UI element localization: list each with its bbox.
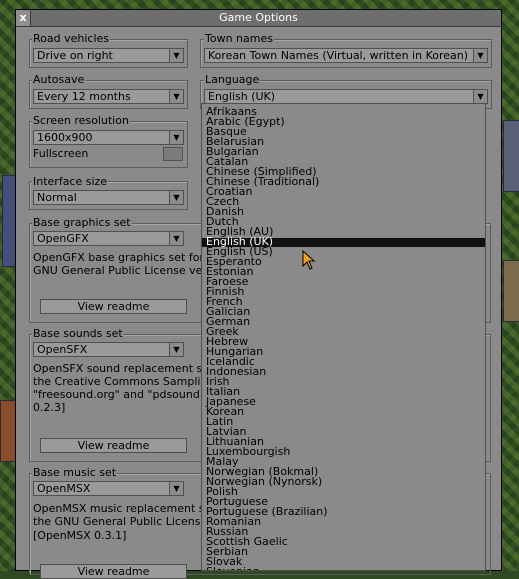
base-music-value: OpenMSX <box>37 482 91 495</box>
base-graphics-view-readme-button[interactable]: View readme <box>40 299 187 314</box>
interface-size-label: Interface size <box>32 175 109 188</box>
dropdown-arrow-icon: ▼ <box>169 232 183 245</box>
base-sounds-dropdown[interactable]: OpenSFX ▼ <box>33 342 184 357</box>
fullscreen-label: Fullscreen <box>33 148 89 160</box>
fullscreen-checkbox[interactable] <box>163 147 183 161</box>
base-music-description-line: the GNU General Public Licens <box>33 516 201 528</box>
language-dropdown-list[interactable]: Afrikaans Arabic (Egypt) Basque Belarusian B… <box>201 103 486 571</box>
language-list-item[interactable]: Slovenian <box>206 566 260 570</box>
base-music-view-readme-button[interactable]: View readme <box>40 564 187 579</box>
screen-resolution-dropdown[interactable]: 1600x900 ▼ <box>33 130 184 145</box>
dropdown-arrow-icon: ▼ <box>169 343 183 356</box>
road-vehicles-value: Drive on right <box>37 49 113 62</box>
town-names-label: Town names <box>204 32 274 45</box>
base-sounds-description-line: OpenSFX sound replacement se <box>33 363 210 375</box>
base-music-description-line: OpenMSX music replacement s <box>33 503 205 515</box>
base-sounds-view-readme-button[interactable]: View readme <box>40 438 187 453</box>
autosave-dropdown[interactable]: Every 12 months ▼ <box>33 89 184 104</box>
base-sounds-description-line: "freesound.org" and "pdsound. <box>33 389 204 401</box>
town-names-value: Korean Town Names (Virtual, written in K… <box>208 49 469 62</box>
dropdown-arrow-icon: ▼ <box>169 191 183 204</box>
dropdown-arrow-icon: ▼ <box>473 90 487 103</box>
dropdown-arrow-icon: ▼ <box>169 49 183 62</box>
base-sounds-label: Base sounds set <box>32 327 124 340</box>
map-building <box>503 260 519 322</box>
language-label: Language <box>204 73 261 86</box>
interface-size-value: Normal <box>37 191 77 204</box>
map-building <box>503 120 519 192</box>
autosave-label: Autosave <box>32 73 86 86</box>
base-music-description-line: [OpenMSX 0.3.1] <box>33 530 127 542</box>
screen-resolution-value: 1600x900 <box>37 131 93 144</box>
base-sounds-description-line: the Creative Commons Samplin <box>33 376 208 388</box>
town-names-dropdown[interactable]: Korean Town Names (Virtual, written in K… <box>204 48 488 63</box>
road-vehicles-label: Road vehicles <box>32 32 111 45</box>
mouse-cursor-icon <box>302 250 316 270</box>
base-graphics-label: Base graphics set <box>32 216 132 229</box>
base-graphics-description-line: GNU General Public License ve <box>33 265 203 277</box>
close-button[interactable]: x <box>16 10 31 26</box>
interface-size-dropdown[interactable]: Normal ▼ <box>33 190 184 205</box>
language-dropdown[interactable]: English (UK) ▼ <box>204 89 488 104</box>
dropdown-arrow-icon: ▼ <box>169 482 183 495</box>
screen-resolution-label: Screen resolution <box>32 114 130 127</box>
base-graphics-dropdown[interactable]: OpenGFX ▼ <box>33 231 184 246</box>
dropdown-arrow-icon: ▼ <box>169 131 183 144</box>
language-value: English (UK) <box>208 90 276 103</box>
dropdown-arrow-icon: ▼ <box>169 90 183 103</box>
dropdown-arrow-icon: ▼ <box>473 49 487 62</box>
base-sounds-description-line: 0.2.3] <box>33 402 66 414</box>
autosave-value: Every 12 months <box>37 90 131 103</box>
base-graphics-description-line: OpenGFX base graphics set for <box>33 252 204 264</box>
window-title[interactable]: Game Options <box>16 10 501 27</box>
road-vehicles-dropdown[interactable]: Drive on right ▼ <box>33 48 184 63</box>
base-sounds-value: OpenSFX <box>37 343 88 356</box>
base-music-dropdown[interactable]: OpenMSX ▼ <box>33 481 184 496</box>
base-music-label: Base music set <box>32 466 118 479</box>
base-graphics-value: OpenGFX <box>37 232 89 245</box>
